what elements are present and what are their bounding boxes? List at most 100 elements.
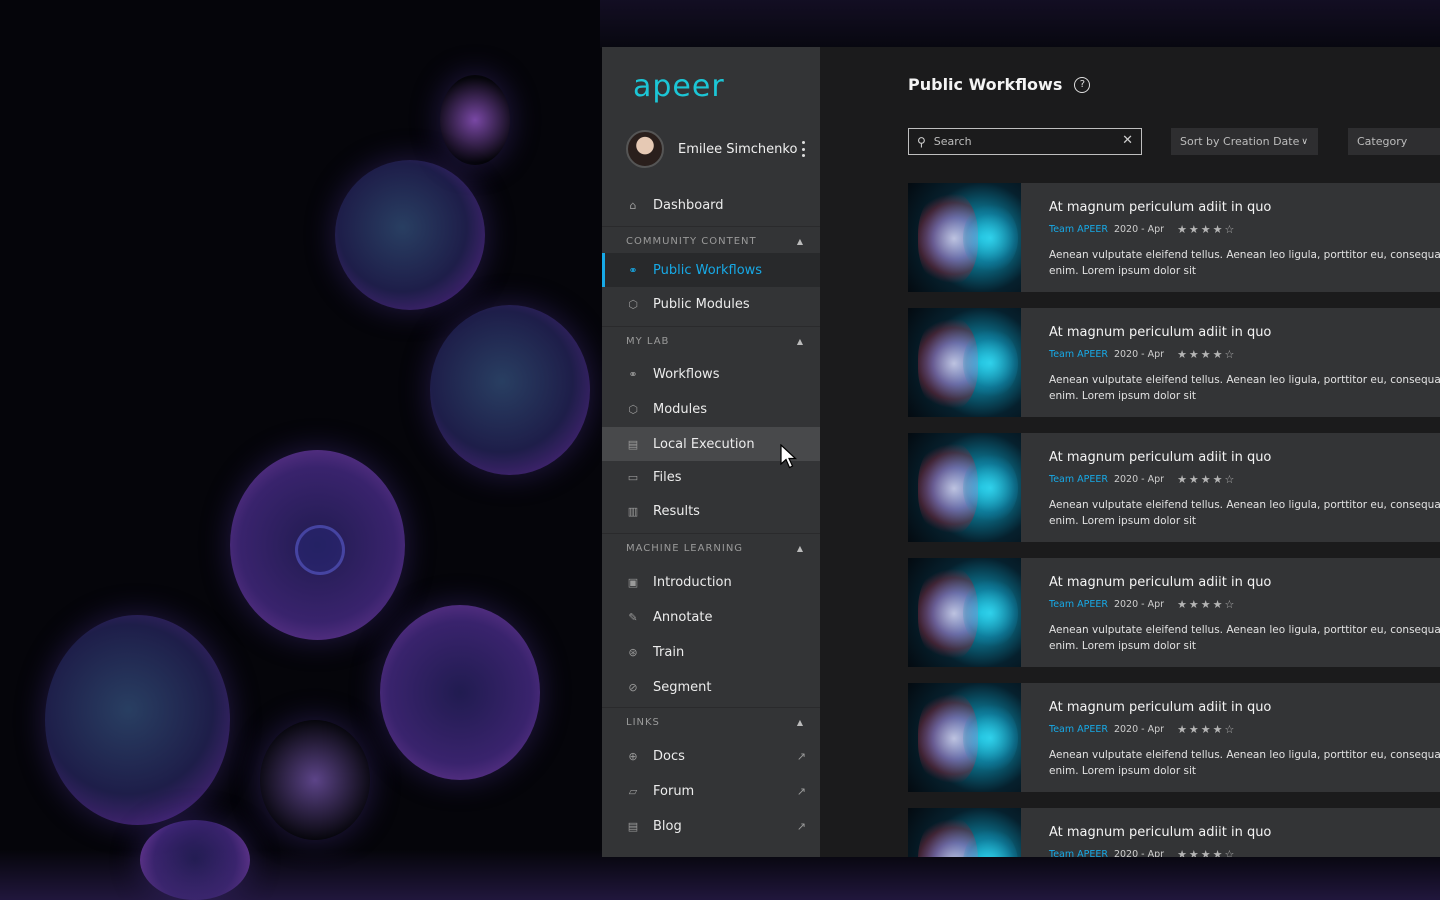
- card-date: 2020 - Apr: [1113, 474, 1165, 485]
- sidebar-item-public-workflows[interactable]: ⚭ Public Workflows: [602, 253, 820, 287]
- card-team-link[interactable]: Team APEER: [1049, 849, 1108, 857]
- card-team-link[interactable]: Team APEER: [1049, 724, 1108, 735]
- sidebar-item-workflows[interactable]: ⚭ Workflows: [602, 357, 820, 391]
- section-community-content[interactable]: COMMUNITY CONTENT ▲: [602, 226, 820, 256]
- card-body: At magnum periculum adiit in quo Team AP…: [1021, 683, 1440, 792]
- card-meta: Team APEER 2020 - Apr ★★★★☆: [1049, 723, 1440, 736]
- workflow-thumbnail[interactable]: [908, 558, 1021, 667]
- workflow-thumbnail[interactable]: [908, 808, 1021, 857]
- user-profile[interactable]: Emilee Simchenko: [626, 129, 820, 169]
- sidebar-item-label: Workflows: [653, 366, 720, 382]
- card-date: 2020 - Apr: [1113, 349, 1165, 360]
- card-team-link[interactable]: Team APEER: [1049, 474, 1108, 485]
- star-rating: ★★★★☆: [1177, 223, 1237, 236]
- sidebar-item-label: Local Execution: [653, 436, 755, 452]
- workflow-card[interactable]: At magnum periculum adiit in quo Team AP…: [908, 308, 1440, 417]
- card-team-link[interactable]: Team APEER: [1049, 224, 1108, 235]
- card-title[interactable]: At magnum periculum adiit in quo: [1049, 200, 1440, 215]
- card-team-link[interactable]: Team APEER: [1049, 599, 1108, 610]
- workflow-card[interactable]: At magnum periculum adiit in quo Team AP…: [908, 558, 1440, 667]
- main-content: Public Workflows ? ⚲ ✕ Sort by Creation …: [820, 47, 1440, 857]
- kebab-menu-icon[interactable]: [802, 141, 806, 157]
- card-body: At magnum periculum adiit in quo Team AP…: [1021, 558, 1440, 667]
- search-input[interactable]: [933, 135, 1104, 148]
- workflow-card[interactable]: At magnum periculum adiit in quo Team AP…: [908, 683, 1440, 792]
- section-machine-learning[interactable]: MACHINE LEARNING ▲: [602, 533, 820, 563]
- category-label: Category: [1357, 135, 1408, 148]
- sidebar-item-segment[interactable]: ⊘ Segment: [602, 670, 820, 704]
- search-icon: ⚲: [917, 134, 926, 149]
- workflow-card[interactable]: At magnum periculum adiit in quo Team AP…: [908, 183, 1440, 292]
- sidebar-item-blog[interactable]: ▤ Blog ↗: [602, 809, 820, 843]
- workflow-thumbnail[interactable]: [908, 308, 1021, 417]
- card-title[interactable]: At magnum periculum adiit in quo: [1049, 325, 1440, 340]
- workflow-thumbnail[interactable]: [908, 433, 1021, 542]
- card-description-line: enim. Lorem ipsum dolor sit: [1049, 390, 1196, 402]
- sidebar-item-results[interactable]: ▥ Results: [602, 494, 820, 528]
- chevron-up-icon[interactable]: ▲: [797, 237, 804, 246]
- section-label: COMMUNITY CONTENT: [626, 236, 757, 247]
- sidebar-item-docs[interactable]: ⊕ Docs ↗: [602, 739, 820, 773]
- sidebar-item-annotate[interactable]: ✎ Annotate: [602, 600, 820, 634]
- home-icon: ⌂: [629, 198, 637, 212]
- section-links[interactable]: LINKS ▲: [602, 707, 820, 737]
- chevron-up-icon[interactable]: ▲: [797, 544, 804, 553]
- star-rating: ★★★★☆: [1177, 473, 1237, 486]
- sidebar-item-label: Public Modules: [653, 296, 750, 312]
- sidebar: apeer Emilee Simchenko ⌂ Dashboard COMMU…: [602, 47, 820, 857]
- star-rating: ★★★★☆: [1177, 598, 1237, 611]
- card-title[interactable]: At magnum periculum adiit in quo: [1049, 700, 1440, 715]
- apeer-logo[interactable]: apeer: [633, 69, 725, 104]
- star-rating: ★★★★☆: [1177, 848, 1237, 857]
- card-team-link[interactable]: Team APEER: [1049, 349, 1108, 360]
- sidebar-item-label: Train: [653, 644, 685, 660]
- card-body: At magnum periculum adiit in quo Team AP…: [1021, 308, 1440, 417]
- server-icon: ▤: [627, 437, 639, 451]
- card-description-line: Aenean vulputate eleifend tellus. Aenean…: [1049, 374, 1440, 386]
- workflow-icon: ⚭: [628, 367, 638, 381]
- sort-dropdown[interactable]: Sort by Creation Date ∨: [1171, 128, 1318, 155]
- sidebar-item-label: Modules: [653, 401, 708, 417]
- avatar[interactable]: [626, 130, 664, 168]
- sidebar-item-introduction[interactable]: ▣ Introduction: [602, 565, 820, 599]
- help-icon[interactable]: ?: [1074, 76, 1091, 93]
- card-description-line: enim. Lorem ipsum dolor sit: [1049, 265, 1196, 277]
- sidebar-item-label: Results: [653, 503, 700, 519]
- sidebar-item-modules[interactable]: ⬡ Modules: [602, 392, 820, 426]
- search-field[interactable]: ⚲ ✕: [908, 128, 1142, 155]
- sidebar-item-label: Blog: [653, 818, 682, 834]
- card-description: Aenean vulputate eleifend tellus. Aenean…: [1049, 247, 1440, 279]
- external-link-icon: ↗: [796, 819, 806, 833]
- section-my-lab[interactable]: MY LAB ▲: [602, 326, 820, 356]
- sidebar-item-label: Segment: [653, 679, 712, 695]
- sidebar-item-label: Annotate: [653, 609, 713, 625]
- chevron-up-icon[interactable]: ▲: [797, 337, 804, 346]
- sidebar-item-label: Dashboard: [653, 197, 724, 213]
- workflow-thumbnail[interactable]: [908, 183, 1021, 292]
- cube-icon: ⬡: [628, 297, 638, 311]
- sidebar-item-forum[interactable]: ▱ Forum ↗: [602, 774, 820, 808]
- sidebar-item-label: Public Workflows: [653, 262, 763, 278]
- card-date: 2020 - Apr: [1113, 724, 1165, 735]
- sidebar-item-label: Forum: [653, 783, 695, 799]
- card-body: At magnum periculum adiit in quo Team AP…: [1021, 808, 1440, 857]
- card-description-line: Aenean vulputate eleifend tellus. Aenean…: [1049, 499, 1440, 511]
- workflow-card[interactable]: At magnum periculum adiit in quo Team AP…: [908, 433, 1440, 542]
- sidebar-item-public-modules[interactable]: ⬡ Public Modules: [602, 287, 820, 321]
- card-date: 2020 - Apr: [1113, 599, 1165, 610]
- category-dropdown[interactable]: Category: [1348, 128, 1440, 155]
- workflow-thumbnail[interactable]: [908, 683, 1021, 792]
- card-title[interactable]: At magnum periculum adiit in quo: [1049, 450, 1440, 465]
- card-description: Aenean vulputate eleifend tellus. Aenean…: [1049, 372, 1440, 404]
- workflow-card[interactable]: At magnum periculum adiit in quo Team AP…: [908, 808, 1440, 857]
- chevron-up-icon[interactable]: ▲: [797, 718, 804, 727]
- close-icon[interactable]: ✕: [1122, 133, 1133, 148]
- card-title[interactable]: At magnum periculum adiit in quo: [1049, 575, 1440, 590]
- card-description-line: Aenean vulputate eleifend tellus. Aenean…: [1049, 749, 1440, 761]
- cube-icon: ⬡: [628, 402, 638, 416]
- intro-icon: ▣: [627, 575, 639, 589]
- card-meta: Team APEER 2020 - Apr ★★★★☆: [1049, 473, 1440, 486]
- sidebar-item-dashboard[interactable]: ⌂ Dashboard: [602, 188, 820, 222]
- card-title[interactable]: At magnum periculum adiit in quo: [1049, 825, 1440, 840]
- sidebar-item-train[interactable]: ⊛ Train: [602, 635, 820, 669]
